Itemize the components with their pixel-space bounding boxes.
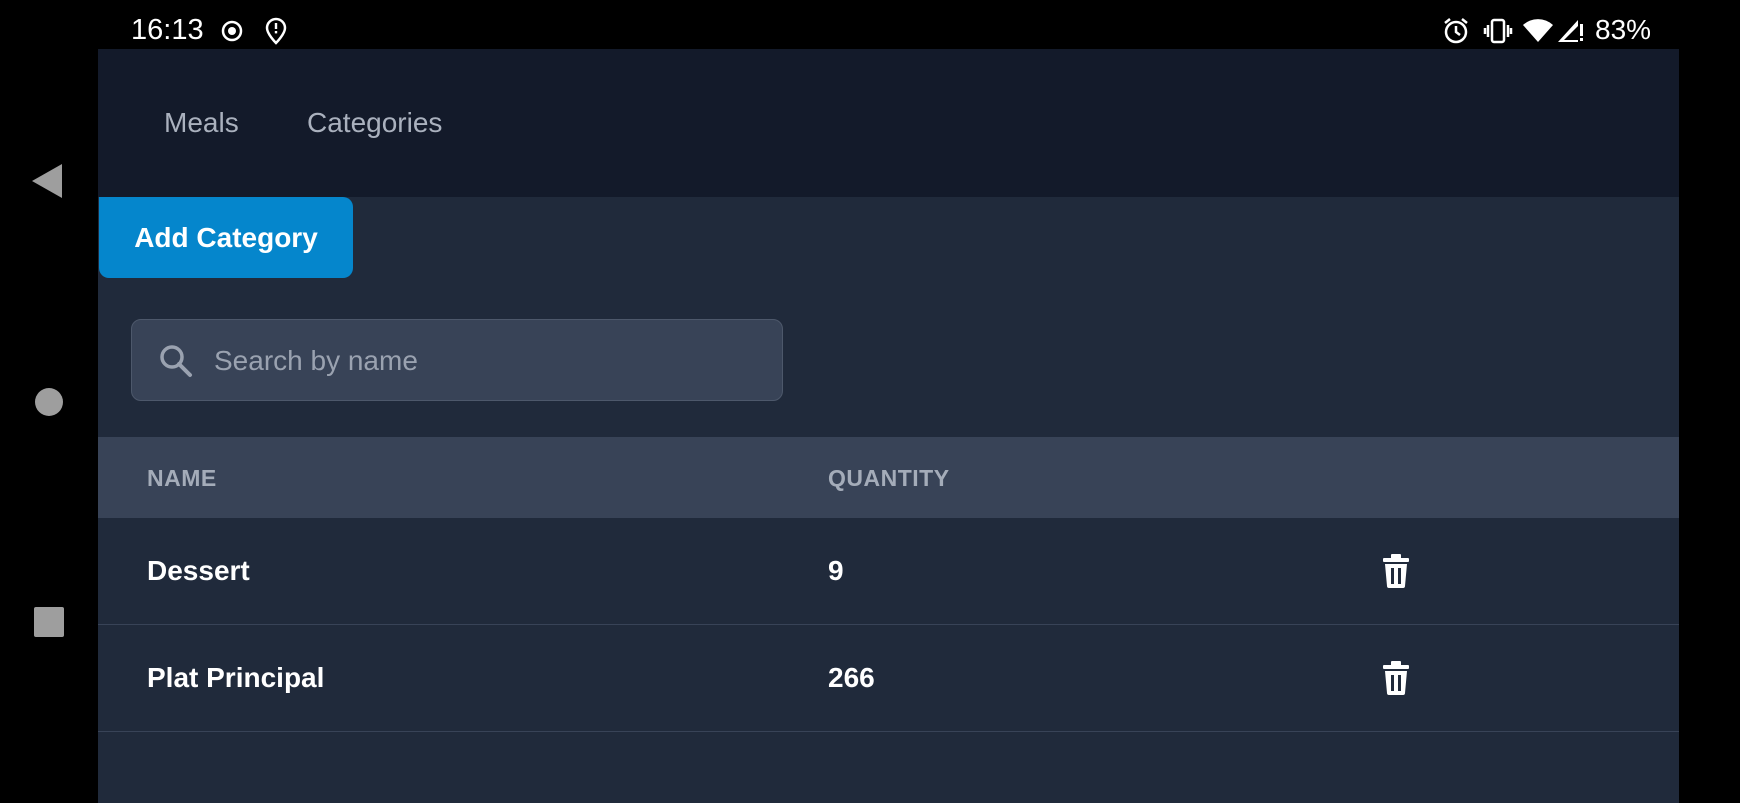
vibrate-icon	[1483, 16, 1513, 46]
top-header: Meals Categories	[98, 49, 1679, 197]
alarm-icon	[1442, 16, 1470, 46]
signal-icon	[1556, 16, 1584, 46]
category-name: Dessert	[147, 555, 250, 586]
category-quantity: 9	[828, 555, 844, 586]
delete-trash-icon[interactable]	[1382, 554, 1410, 593]
add-category-button[interactable]: Add Category	[99, 197, 353, 278]
wifi-icon	[1522, 16, 1554, 46]
app-content: Meals Categories Add Category NAME QUANT…	[98, 49, 1679, 803]
table-header: NAME QUANTITY	[98, 437, 1679, 518]
category-quantity: 266	[828, 662, 875, 693]
location-alert-icon	[264, 16, 288, 46]
table-row[interactable]: Plat Principal 266	[98, 625, 1679, 732]
navigation-bar	[0, 49, 98, 803]
battery-level: 83%	[1595, 14, 1652, 45]
column-header-name: NAME	[147, 465, 217, 491]
status-time: 16:13	[131, 14, 204, 46]
search-input[interactable]	[212, 320, 756, 402]
column-header-quantity: QUANTITY	[828, 465, 950, 491]
search-icon	[158, 343, 194, 384]
search-box[interactable]	[131, 319, 783, 402]
category-name: Plat Principal	[147, 662, 325, 693]
back-icon[interactable]	[32, 164, 62, 203]
record-icon	[220, 16, 244, 46]
tab-categories[interactable]: Categories	[307, 107, 442, 139]
status-bar: 16:13 83%	[0, 0, 1740, 49]
home-icon[interactable]	[34, 387, 64, 422]
table-row[interactable]: Dessert 9	[98, 518, 1679, 625]
recents-icon[interactable]	[34, 607, 64, 642]
delete-trash-icon[interactable]	[1382, 661, 1410, 700]
tab-meals[interactable]: Meals	[164, 107, 239, 139]
